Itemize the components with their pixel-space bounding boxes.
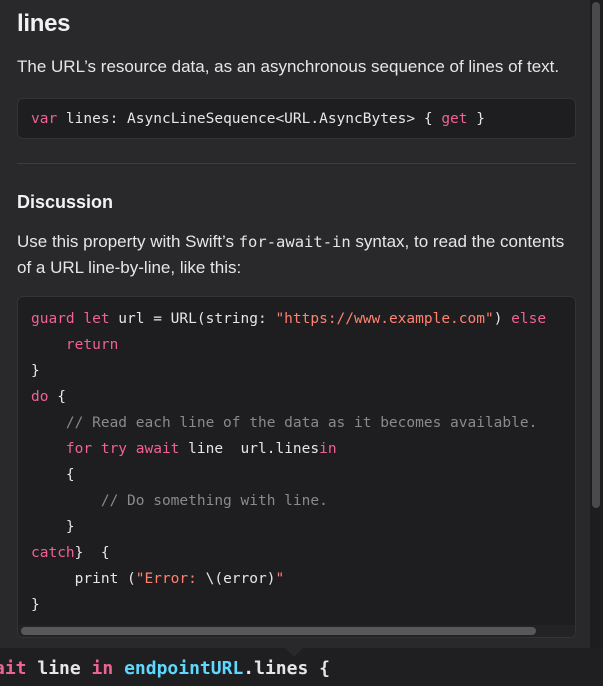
code-line: } xyxy=(31,592,546,618)
declaration-body: lines: AsyncLineSequence<URL.AsyncBytes>… xyxy=(57,111,442,127)
code-token: print ( xyxy=(74,571,136,587)
symbol-title: lines xyxy=(17,10,71,37)
code-token: return xyxy=(65,337,119,353)
editor-identifier: endpointURL xyxy=(124,658,244,679)
code-token: "https://www.example.com" xyxy=(275,311,494,327)
code-token: for try await xyxy=(65,441,180,457)
code-token: in xyxy=(319,441,337,457)
code-line: do { xyxy=(31,384,546,410)
code-token: } xyxy=(31,597,40,613)
code-sample[interactable]: guard let url = URL(string: "https://www… xyxy=(17,296,576,638)
code-token: // Do something with line. xyxy=(100,493,328,509)
popover-arrow xyxy=(284,647,304,657)
editor-keyword-in: in xyxy=(91,658,114,679)
inline-code: for-await-in xyxy=(238,233,351,251)
code-token: "Error: xyxy=(135,571,206,587)
code-token: { xyxy=(65,467,75,483)
code-token: } xyxy=(65,519,75,535)
keyword-get: get xyxy=(441,111,468,127)
editor-keyword: ait xyxy=(0,658,27,679)
code-line: return xyxy=(31,332,546,358)
vertical-scrollbar[interactable] xyxy=(592,2,600,508)
code-line: // Read each line of the data as it beco… xyxy=(31,410,546,436)
keyword-var: var xyxy=(31,111,58,127)
code-listing: guard let url = URL(string: "https://www… xyxy=(31,306,546,618)
declaration-code: var lines: AsyncLineSequence<URL.AsyncBy… xyxy=(17,98,576,139)
code-token: { xyxy=(92,545,110,561)
discussion-text: Use this property with Swift’s for-await… xyxy=(17,229,577,281)
code-line: print ("Error: \(error)" xyxy=(31,566,546,592)
code-token: catch xyxy=(31,545,75,561)
code-token: else xyxy=(511,311,547,327)
declaration-close: } xyxy=(467,111,485,127)
code-token: guard let xyxy=(31,311,110,327)
code-token: // Read each line of the data as it beco… xyxy=(65,415,538,431)
discussion-heading: Discussion xyxy=(17,192,114,212)
code-token: } xyxy=(31,363,40,379)
code-line: guard let url = URL(string: "https://www… xyxy=(31,306,546,332)
section-divider xyxy=(17,163,576,164)
code-line: } xyxy=(31,358,546,384)
code-line: { xyxy=(31,462,546,488)
code-token: { xyxy=(48,389,66,405)
code-line: for try await line url.linesin xyxy=(31,436,546,462)
code-line: // Do something with line. xyxy=(31,488,546,514)
symbol-abstract: The URL’s resource data, as an asynchron… xyxy=(17,57,560,76)
code-line: } xyxy=(31,514,546,540)
editor-text: line xyxy=(26,658,92,679)
code-token: do xyxy=(31,389,49,405)
code-token: url.lines xyxy=(231,441,320,457)
documentation-popover: lines The URL’s resource data, as an asy… xyxy=(0,0,591,648)
horizontal-scrollbar[interactable] xyxy=(21,627,536,635)
code-token: \(error) xyxy=(205,571,276,587)
code-token: } xyxy=(74,545,93,561)
code-token: " xyxy=(275,571,285,587)
code-token: ) xyxy=(493,311,512,327)
editor-code-line[interactable]: ait line in endpointURL.lines { xyxy=(0,658,330,679)
editor-rest: .lines { xyxy=(243,658,330,679)
code-line: catch} { xyxy=(31,540,546,566)
code-token: line xyxy=(179,441,232,457)
discussion-text-part: Use this property with Swift’s xyxy=(17,232,239,251)
code-token: url = URL(string: xyxy=(109,311,276,327)
